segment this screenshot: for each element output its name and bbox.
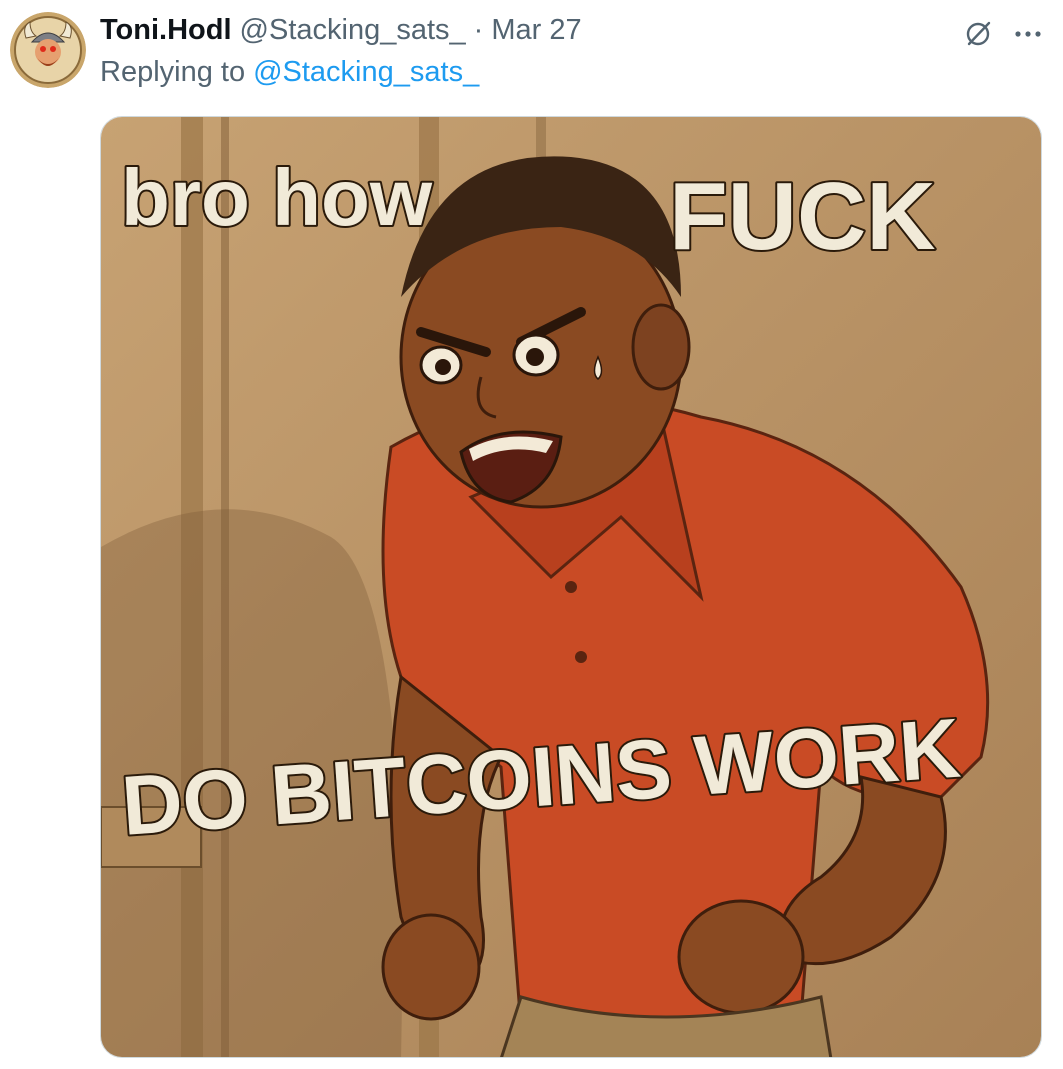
more-options-icon (1015, 31, 1041, 37)
header-separator: · (473, 13, 484, 46)
author-avatar[interactable] (10, 12, 86, 88)
meme-text-top-left: bro how (121, 153, 433, 242)
tweet-header: Toni.Hodl @Stacking_sats_ · Mar 27 (100, 10, 582, 50)
meme-text-top-right: FUCK (669, 163, 936, 270)
grok-button[interactable] (958, 14, 998, 54)
tweet-media-image[interactable]: bro how FUCK DO BITCOINS WORK (100, 116, 1042, 1058)
tweet-timestamp[interactable]: Mar 27 (491, 14, 581, 47)
more-options-button[interactable] (1006, 14, 1050, 54)
meme-illustration: bro how FUCK DO BITCOINS WORK (101, 117, 1041, 1057)
author-handle[interactable]: @Stacking_sats_ (240, 14, 466, 47)
grok-icon (966, 21, 991, 46)
replying-to-line: Replying to @Stacking_sats_ (100, 52, 479, 92)
author-display-name[interactable]: Toni.Hodl (100, 14, 232, 47)
viking-avatar-icon (10, 12, 86, 88)
replying-to-label: Replying to (100, 55, 246, 88)
replying-to-mention[interactable]: @Stacking_sats_ (253, 56, 479, 89)
tweet: Toni.Hodl @Stacking_sats_ · Mar 27 Reply… (0, 0, 1063, 1069)
